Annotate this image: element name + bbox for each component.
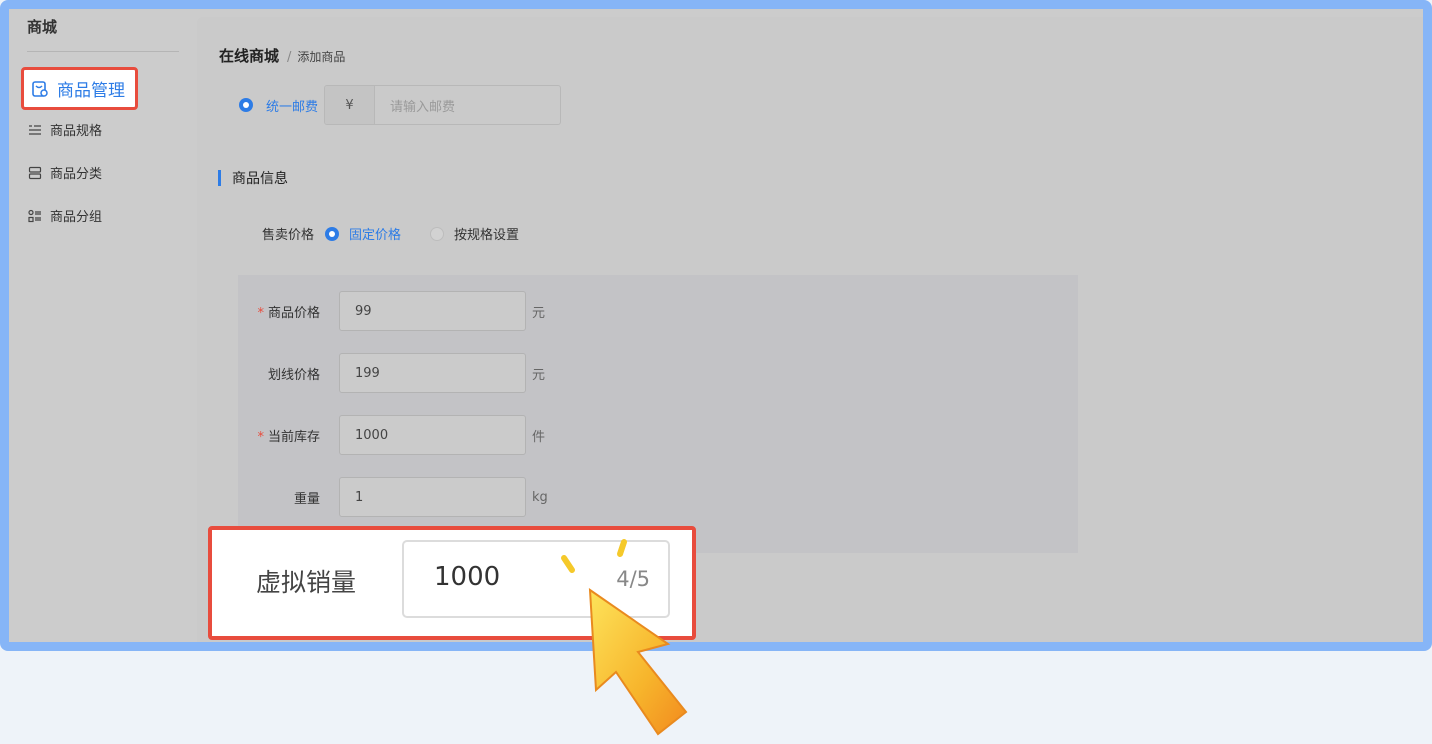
field-label: 划线价格 xyxy=(267,367,320,383)
sidebar-item-product-spec[interactable]: 商品规格 xyxy=(28,120,102,139)
sidebar-item-label: 商品分类 xyxy=(50,167,103,182)
sidebar-title: 商城 xyxy=(27,18,58,36)
breadcrumb-root[interactable]: 在线商城 xyxy=(219,45,279,66)
field-label: 重量 xyxy=(293,491,320,507)
field-unit: kg xyxy=(532,489,548,505)
sale-price-label: 售卖价格 xyxy=(262,228,315,243)
sidebar-item-product-group[interactable]: 商品分组 xyxy=(28,206,102,225)
shipping-fee-input[interactable]: ¥ 请输入邮费 xyxy=(324,85,562,125)
spec-price-option[interactable]: 按规格设置 xyxy=(454,224,519,243)
sidebar-item-label: 商品分组 xyxy=(50,210,103,225)
group-icon xyxy=(28,209,42,223)
section-title-text: 商品信息 xyxy=(232,171,288,187)
sale-price-row: 售卖价格 固定价格 按规格设置 xyxy=(262,224,519,243)
currency-prefix: ¥ xyxy=(325,86,376,124)
virtual-sales-label: 虚拟销量 xyxy=(256,568,357,597)
bag-icon xyxy=(31,80,49,98)
fixed-price-option[interactable]: 固定价格 xyxy=(349,224,401,243)
field-unit: 元 xyxy=(532,367,546,383)
field-unit: 件 xyxy=(532,429,546,445)
sidebar-item-product-category[interactable]: 商品分类 xyxy=(28,163,102,182)
sidebar-divider xyxy=(27,51,179,52)
shipping-option-label[interactable]: 统一邮费 xyxy=(266,96,318,115)
breadcrumb-separator: / xyxy=(287,50,292,65)
breadcrumb: 在线商城 / 添加商品 xyxy=(219,45,345,66)
stock-input[interactable]: 1000 xyxy=(339,415,526,455)
fixed-price-radio[interactable] xyxy=(325,226,340,241)
pointer-cursor-icon xyxy=(561,539,688,736)
field-unit: 元 xyxy=(532,305,546,321)
product-price-input[interactable]: 99 xyxy=(339,291,526,331)
breadcrumb-current: 添加商品 xyxy=(297,50,346,64)
sidebar-item-label: 商品管理 xyxy=(57,81,125,101)
shipping-fee-placeholder: 请输入邮费 xyxy=(390,99,456,115)
section-accent-bar xyxy=(218,170,221,186)
sidebar-item-product-management[interactable]: 商品管理 xyxy=(21,67,138,110)
required-mark: * xyxy=(257,305,264,321)
sidebar-item-label: 商品规格 xyxy=(50,124,103,139)
original-price-input[interactable]: 199 xyxy=(339,353,526,393)
required-mark: * xyxy=(257,429,264,445)
field-product-price: * 商品价格 99 元 xyxy=(238,291,545,331)
category-icon xyxy=(28,166,42,180)
field-weight: 重量 1 kg xyxy=(238,477,548,517)
section-title: 商品信息 xyxy=(218,168,288,188)
field-label: 商品价格 xyxy=(267,305,320,321)
shipping-row: 统一邮费 ¥ 请输入邮费 xyxy=(239,85,562,125)
field-stock: * 当前库存 1000 件 xyxy=(238,415,545,455)
field-original-price: 划线价格 199 元 xyxy=(238,353,545,393)
field-label: 当前库存 xyxy=(267,429,320,445)
shipping-radio[interactable] xyxy=(239,98,253,112)
spec-list-icon xyxy=(28,123,42,137)
spec-price-radio[interactable] xyxy=(430,226,445,241)
virtual-sales-value: 1000 xyxy=(434,562,501,592)
price-fields-panel: * 商品价格 99 元 划线价格 199 元 * 当前库存 1000 件 重量 1 xyxy=(238,275,1078,553)
weight-input[interactable]: 1 xyxy=(339,477,526,517)
